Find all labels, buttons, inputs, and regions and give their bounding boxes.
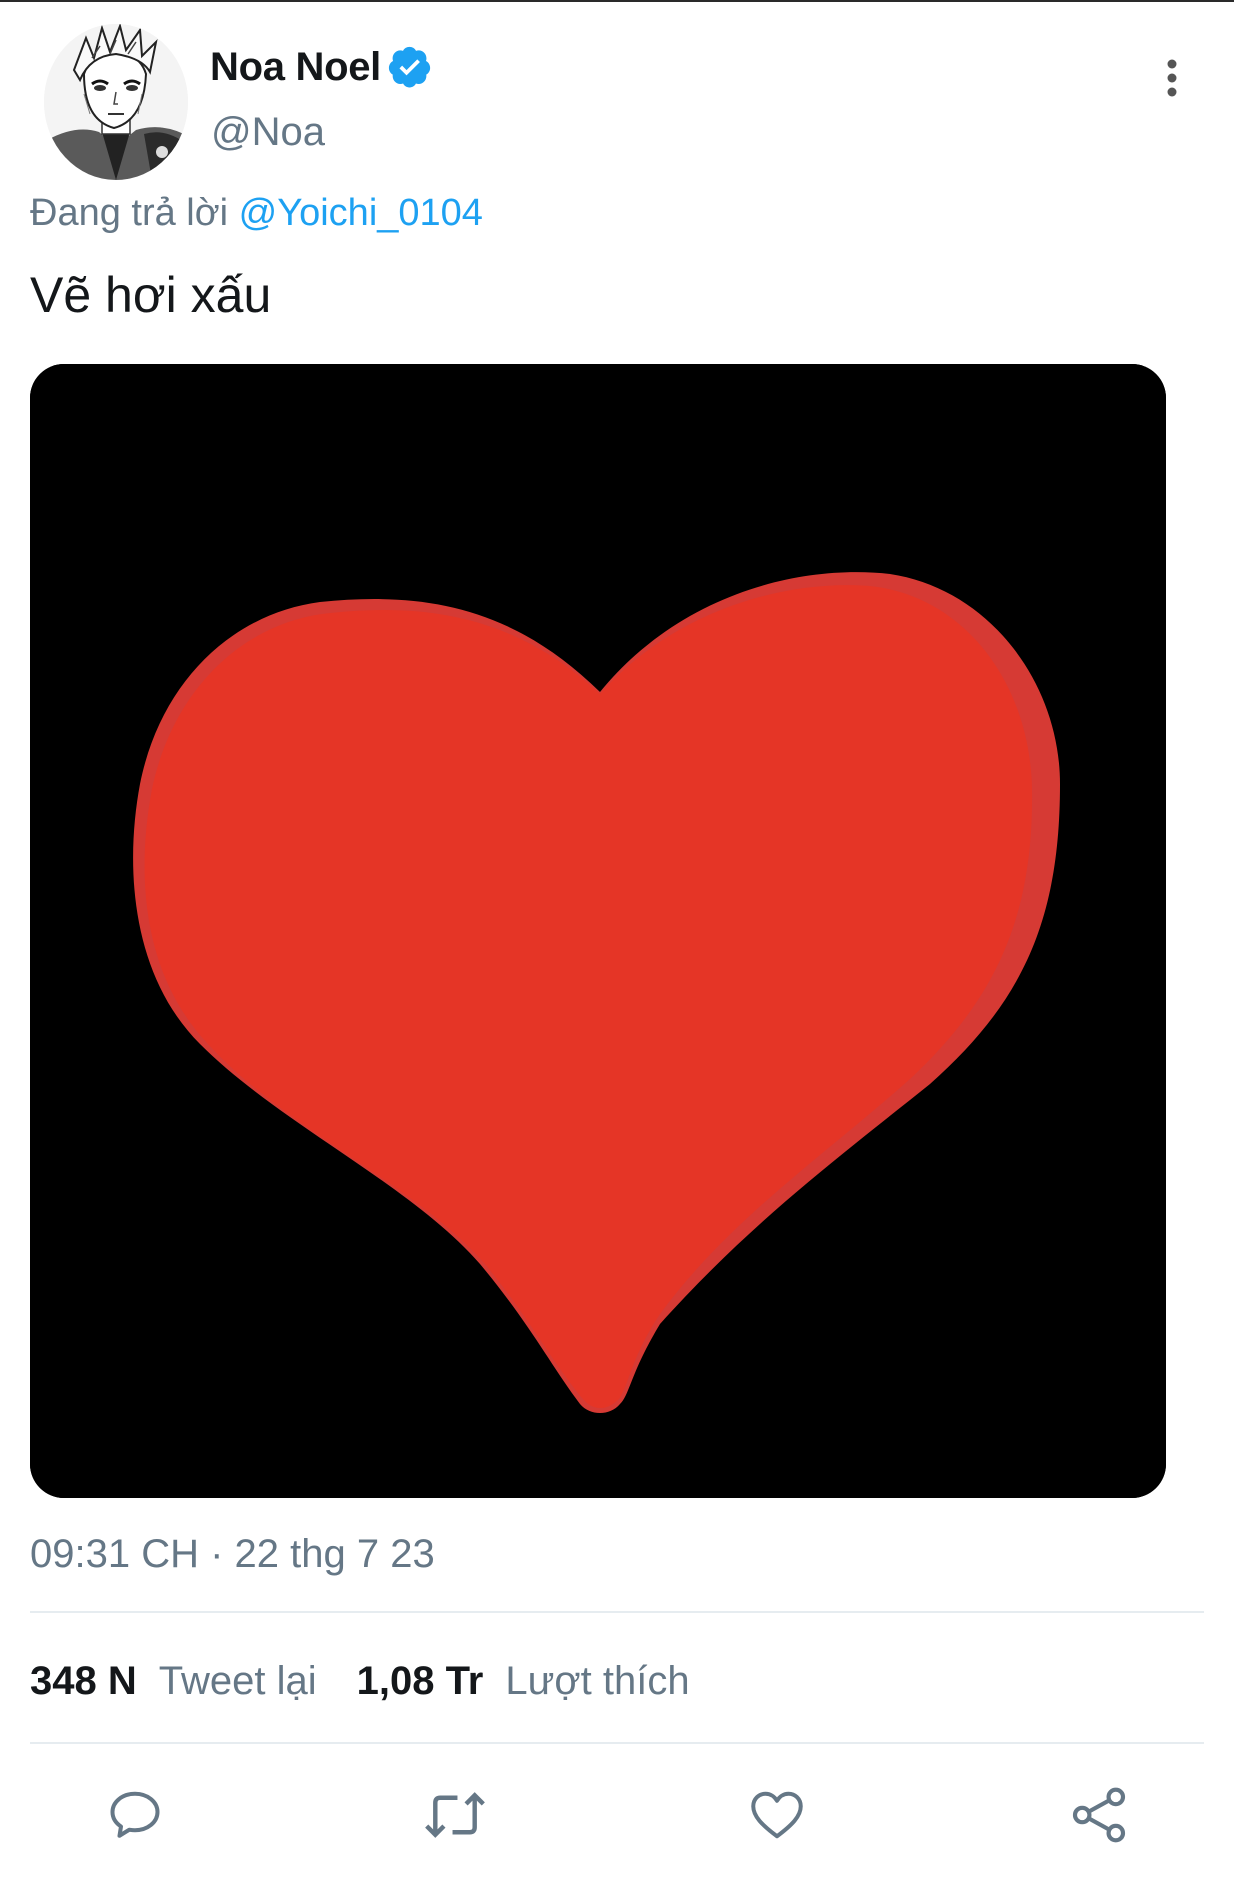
verified-badge-icon [387, 44, 433, 90]
tweet-stats: 348 N Tweet lại 1,08 Tr Lượt thích [30, 1656, 690, 1706]
like-button[interactable] [742, 1780, 812, 1850]
more-vertical-icon [1167, 59, 1177, 97]
retweets-label[interactable]: Tweet lại [159, 1659, 317, 1704]
divider [30, 1611, 1204, 1613]
red-heart-drawing [30, 364, 1166, 1498]
tweet-media-image[interactable] [30, 364, 1166, 1498]
heart-icon [751, 1791, 803, 1839]
share-button[interactable] [1064, 1780, 1134, 1850]
avatar-illustration [44, 24, 188, 180]
reply-button[interactable] [100, 1780, 170, 1850]
replying-to-prefix: Đang trả lời [30, 192, 229, 234]
share-icon [1072, 1787, 1126, 1843]
reply-icon [110, 1791, 160, 1838]
replying-to-mention[interactable]: @Yoichi_0104 [239, 192, 483, 234]
tweet-text: Vẽ hơi xấu [30, 267, 272, 323]
likes-count[interactable]: 1,08 Tr [357, 1659, 484, 1704]
divider [30, 1742, 1204, 1744]
retweet-button[interactable] [420, 1780, 490, 1850]
author-name-row[interactable]: Noa Noel [210, 42, 433, 92]
author-handle[interactable]: @Noa [211, 110, 325, 155]
tweet-detail: Noa Noel @Noa Đang trả lời @Yoichi_0104 … [0, 0, 1234, 1888]
likes-label[interactable]: Lượt thích [505, 1659, 689, 1704]
retweet-icon [425, 1792, 485, 1838]
replying-to: Đang trả lời @Yoichi_0104 [30, 192, 483, 235]
tweet-actions-bar [0, 1780, 1234, 1850]
author-display-name[interactable]: Noa Noel [210, 45, 381, 90]
more-options-button[interactable] [1150, 48, 1194, 108]
retweets-count[interactable]: 348 N [30, 1659, 137, 1704]
avatar[interactable] [44, 24, 188, 180]
tweet-timestamp[interactable]: 09:31 CH · 22 thg 7 23 [30, 1532, 435, 1577]
